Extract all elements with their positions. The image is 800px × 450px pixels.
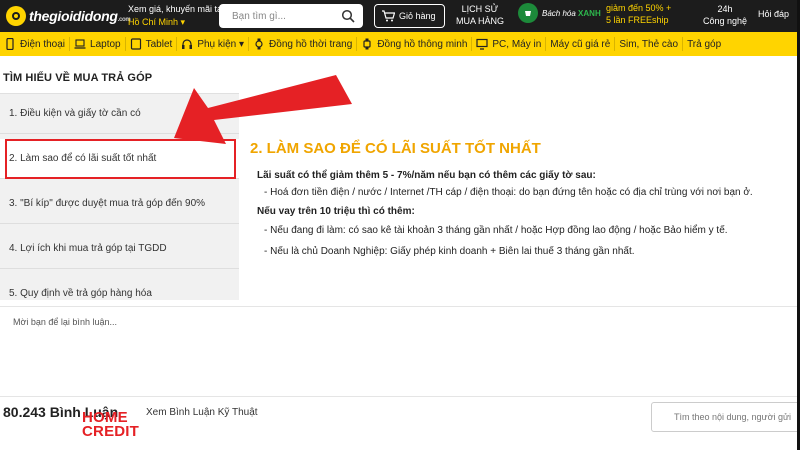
nav-item-phone[interactable]: Điện thoại xyxy=(0,32,69,56)
cart-label: Giỏ hàng xyxy=(399,11,436,21)
watch-icon xyxy=(255,38,263,50)
bhx-promo-line2: 5 lần FREEship xyxy=(606,15,669,25)
search-placeholder: Bạn tìm gì... xyxy=(232,10,286,22)
location-value: Hồ Chí Minh ▾ xyxy=(128,17,186,27)
nav-item-accessories[interactable]: Phụ kiện ▾ xyxy=(177,32,248,56)
nav-item-smartwatch[interactable]: Đồng hồ thông minh xyxy=(357,32,471,56)
section-title: TÌM HIỂU VỀ MUA TRẢ GÓP xyxy=(3,72,153,84)
menu-item-approval-tips[interactable]: 3. "Bí kíp" được duyệt mua trả góp đến 9… xyxy=(0,184,239,224)
menu-item-conditions[interactable]: 1. Điều kiện và giấy tờ cần có xyxy=(0,94,239,134)
menu-item-label: 4. Lợi ích khi mua trả góp tại TGDD xyxy=(9,243,167,254)
comment-search-input[interactable]: Tìm theo nội dung, người gửi xyxy=(651,402,800,432)
location-selector[interactable]: Xem giá, khuyến mãi tại Hồ Chí Minh ▾ xyxy=(128,3,224,29)
nav-item-laptop[interactable]: Laptop xyxy=(70,32,125,56)
site-logo[interactable]: thegioididong.com xyxy=(6,6,131,26)
bhx-name: Bách hóa XANH xyxy=(542,8,601,18)
tech24-line1: 24h xyxy=(717,4,733,14)
nav-label: Sim, Thẻ cào xyxy=(619,38,679,50)
comment-search-placeholder: Tìm theo nội dung, người gửi xyxy=(674,412,792,422)
history-line1: LỊCH SỬ xyxy=(461,4,499,14)
content-body: Lãi suất có thể giảm thêm 5 - 7%/năm nếu… xyxy=(257,167,753,260)
laptop-icon xyxy=(74,39,86,49)
comment-placeholder: Mời bạn để lại bình luận... xyxy=(13,317,117,327)
location-prompt: Xem giá, khuyến mãi tại xyxy=(128,4,225,14)
cart-button[interactable]: Giỏ hàng xyxy=(374,4,445,28)
nav-label: PC, Máy in xyxy=(492,38,542,50)
menu-item-benefits[interactable]: 4. Lợi ích khi mua trả góp tại TGDD xyxy=(0,229,239,269)
search-icon[interactable] xyxy=(341,9,355,23)
top-header: thegioididong.com Xem giá, khuyến mãi tạ… xyxy=(0,0,800,32)
nav-item-fashion-watch[interactable]: Đồng hồ thời trang xyxy=(249,32,356,56)
comment-textarea[interactable] xyxy=(0,307,800,397)
content-bullet: - Hoá đơn tiền điện / nước / Internet /T… xyxy=(264,187,753,198)
headphone-icon xyxy=(182,39,193,49)
home-credit-line2: CREDIT xyxy=(82,423,140,440)
nav-label: Phụ kiện ▾ xyxy=(197,38,245,50)
logo-mark-icon xyxy=(6,6,26,26)
content-title: 2. LÀM SAO ĐỂ CÓ LÃI SUẤT TỐT NHẤT xyxy=(250,140,541,157)
menu-item-label: 1. Điều kiện và giấy tờ cần có xyxy=(9,108,141,119)
browser-page: thegioididong.com Xem giá, khuyến mãi tạ… xyxy=(0,0,800,450)
tech24-link[interactable]: 24h Công nghệ xyxy=(700,3,750,27)
content-bullet: - Nếu đang đi làm: có sao kê tài khoản 3… xyxy=(264,225,728,236)
phone-icon xyxy=(6,38,14,50)
category-nav: Điện thoại Laptop Tablet Phụ kiện ▾ Đồng… xyxy=(0,32,800,56)
nav-label: Điện thoại xyxy=(20,38,66,50)
pc-icon xyxy=(476,38,488,50)
installment-topic-menu: 1. Điều kiện và giấy tờ cần có 2. Làm sa… xyxy=(0,93,239,314)
cart-icon xyxy=(382,10,395,22)
bhx-promo-line1: giảm đến 50% + xyxy=(606,3,672,13)
nav-label: Đồng hồ thông minh xyxy=(377,38,468,50)
content-intro: Lãi suất có thể giảm thêm 5 - 7%/năm nếu… xyxy=(257,170,596,181)
tablet-icon xyxy=(130,38,141,50)
nav-label: Máy cũ giá rẻ xyxy=(550,38,611,50)
menu-item-label: 3. "Bí kíp" được duyệt mua trả góp đến 9… xyxy=(9,198,206,209)
home-credit-logo: HOME CREDIT xyxy=(82,410,140,440)
order-history-link[interactable]: LỊCH SỬ MUA HÀNG xyxy=(455,3,505,27)
tech24-line2: Công nghệ xyxy=(702,16,748,26)
bhx-promo-text[interactable]: giảm đến 50% + 5 lần FREEship xyxy=(606,2,671,26)
nav-label: Tablet xyxy=(145,38,173,50)
logo-text: thegioididong.com xyxy=(29,8,131,24)
nav-item-used[interactable]: Máy cũ giá rẻ xyxy=(546,32,614,56)
nav-item-installment[interactable]: Trả góp xyxy=(683,32,725,56)
content-condition: Nếu vay trên 10 triệu thì có thêm: xyxy=(257,206,415,217)
menu-item-label: 5. Quy định về trả góp hàng hóa xyxy=(9,288,152,299)
bhx-logo-icon xyxy=(518,3,538,23)
content-bullet: - Nếu là chủ Doanh Nghiệp: Giấy phép kin… xyxy=(264,246,635,257)
nav-label: Laptop xyxy=(90,38,121,50)
nav-item-pc[interactable]: PC, Máy in xyxy=(472,32,545,56)
qa-link[interactable]: Hỏi đáp xyxy=(758,9,789,19)
nav-label: Trả góp xyxy=(687,38,722,50)
bhx-banner-link[interactable]: Bách hóa XANH xyxy=(518,3,601,23)
history-line2: MUA HÀNG xyxy=(455,16,504,26)
smartwatch-icon xyxy=(363,38,371,50)
nav-label: Đồng hồ thời trang xyxy=(269,38,353,50)
tech-comments-link[interactable]: Xem Bình Luận Kỹ Thuật xyxy=(146,407,258,418)
nav-item-tablet[interactable]: Tablet xyxy=(126,32,177,56)
annotation-highlight-box xyxy=(5,139,236,179)
search-input[interactable]: Bạn tìm gì... xyxy=(219,4,363,28)
nav-item-sim[interactable]: Sim, Thẻ cào xyxy=(615,32,682,56)
